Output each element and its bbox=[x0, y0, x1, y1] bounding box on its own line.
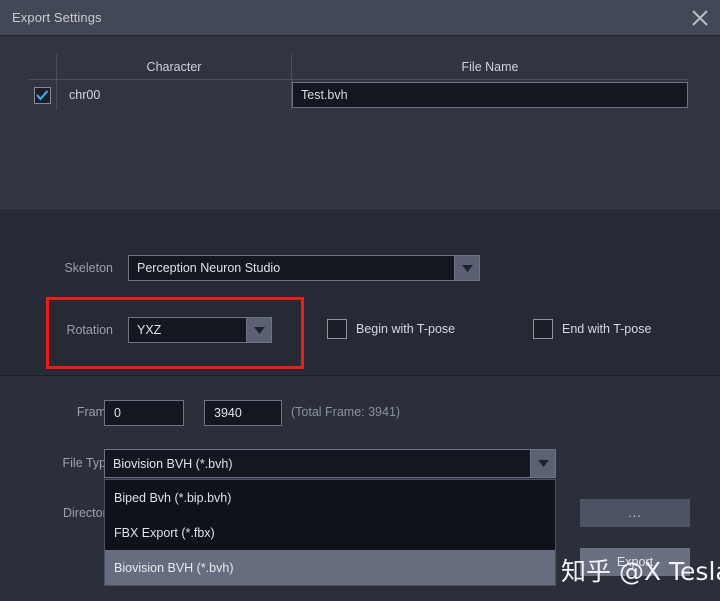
table-header-row: Character File Name bbox=[28, 54, 688, 80]
chevron-down-icon bbox=[454, 256, 479, 280]
file-name-input[interactable]: Test.bvh bbox=[292, 82, 688, 108]
rotation-label: Rotation bbox=[66, 323, 113, 337]
dialog-title: Export Settings bbox=[12, 10, 102, 25]
skeleton-dropdown[interactable]: Perception Neuron Studio bbox=[128, 255, 480, 281]
end-tpose-row[interactable]: End with T-pose bbox=[533, 319, 651, 339]
end-tpose-label: End with T-pose bbox=[562, 322, 652, 336]
rotation-dropdown[interactable]: YXZ bbox=[128, 317, 272, 343]
skeleton-dropdown-value: Perception Neuron Studio bbox=[137, 261, 281, 275]
file-type-dropdown-list[interactable]: Biped Bvh (*.bip.bvh) FBX Export (*.fbx)… bbox=[104, 479, 556, 586]
frame-start-input[interactable]: 0 bbox=[104, 400, 184, 426]
export-settings-dialog: Export Settings Character File Name chr0… bbox=[0, 0, 720, 601]
begin-tpose-row[interactable]: Begin with T-pose bbox=[327, 319, 455, 339]
export-button[interactable]: Export bbox=[580, 548, 690, 576]
file-type-dropdown[interactable]: Biovision BVH (*.bvh) bbox=[104, 449, 556, 478]
dropdown-option-biovision-bvh[interactable]: Biovision BVH (*.bvh) bbox=[105, 550, 555, 585]
frame-end-input[interactable]: 3940 bbox=[204, 400, 282, 426]
file-name-cell: Test.bvh bbox=[292, 80, 688, 110]
column-header-file-name: File Name bbox=[461, 60, 519, 74]
dropdown-option-fbx-export[interactable]: FBX Export (*.fbx) bbox=[105, 515, 555, 550]
end-tpose-checkbox[interactable] bbox=[533, 319, 553, 339]
character-table: Character File Name chr00 Test.bvh bbox=[28, 54, 688, 110]
skeleton-section bbox=[0, 212, 720, 376]
directory-browse-button[interactable]: ... bbox=[580, 499, 690, 527]
character-select-checkbox[interactable] bbox=[33, 86, 51, 104]
column-header-check bbox=[28, 54, 57, 80]
skeleton-label: Skeleton bbox=[64, 261, 113, 275]
total-frame-text: (Total Frame: 3941) bbox=[291, 405, 401, 419]
character-name: chr00 bbox=[57, 80, 292, 110]
file-type-label: File Type bbox=[62, 456, 114, 470]
directory-label: Directory bbox=[62, 506, 113, 520]
column-header-character: Character bbox=[57, 54, 292, 80]
begin-tpose-checkbox[interactable] bbox=[327, 319, 347, 339]
table-row: chr00 Test.bvh bbox=[28, 80, 688, 110]
chevron-down-icon bbox=[246, 318, 271, 342]
file-type-dropdown-value: Biovision BVH (*.bvh) bbox=[113, 456, 233, 471]
character-table-section: Character File Name chr00 Test.bvh bbox=[0, 36, 720, 211]
dropdown-option-biped-bvh[interactable]: Biped Bvh (*.bip.bvh) bbox=[105, 480, 555, 515]
close-icon[interactable] bbox=[684, 2, 716, 34]
chevron-down-icon bbox=[530, 450, 555, 477]
frame-label: Frame bbox=[76, 405, 113, 419]
begin-tpose-label: Begin with T-pose bbox=[356, 322, 456, 336]
rotation-dropdown-value: YXZ bbox=[137, 323, 162, 337]
dialog-titlebar: Export Settings bbox=[0, 0, 720, 36]
row-checkbox-cell bbox=[28, 80, 57, 110]
